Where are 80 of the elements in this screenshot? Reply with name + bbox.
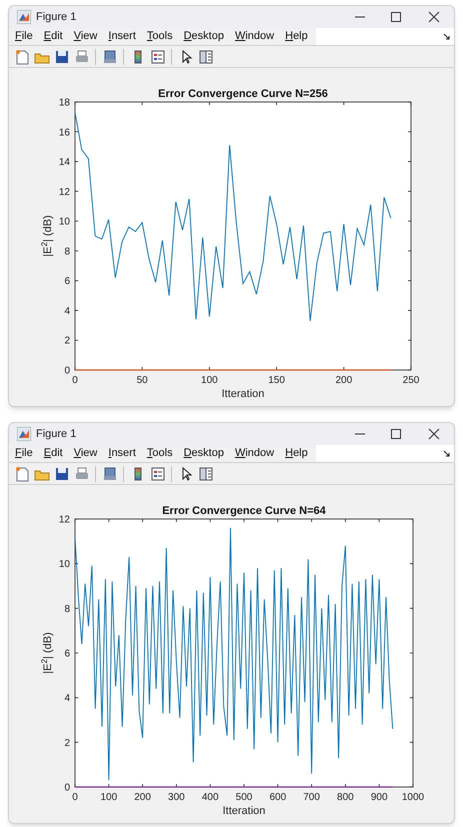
menu-item[interactable]: Insert [108, 445, 136, 462]
tick-label: 150 [268, 375, 285, 386]
tick-label: 600 [269, 792, 286, 803]
legend-icon [150, 48, 166, 64]
tick-label: 2 [64, 336, 70, 347]
menu-item[interactable]: Window [234, 28, 274, 45]
legend-button[interactable] [149, 464, 166, 482]
tick-label: 500 [236, 792, 252, 803]
tick-label: 800 [337, 792, 354, 803]
tick-label: 0 [72, 792, 78, 803]
menu-item[interactable]: Window [234, 445, 274, 462]
property-editor-icon [198, 48, 214, 64]
print-preview-icon [102, 466, 118, 482]
tick-label: 18 [58, 98, 70, 108]
new-file-button[interactable] [13, 464, 30, 482]
tick-label: 100 [100, 792, 118, 803]
x-axis-label: Itteration [222, 388, 264, 400]
tick-label: 900 [370, 792, 388, 803]
menu-item[interactable]: Desktop [184, 28, 224, 45]
new-file-icon [14, 48, 30, 64]
tick-label: 100 [201, 375, 218, 386]
dock-arrow-icon [443, 450, 450, 457]
tick-label: 6 [64, 276, 70, 288]
menu-item[interactable]: Help [285, 28, 308, 45]
matlab-figure-icon [17, 10, 31, 24]
menu-item[interactable]: View [74, 28, 98, 45]
tick-label: 1000 [402, 792, 424, 803]
tick-label: 200 [134, 792, 151, 803]
chart-title: Error Convergence Curve N=256 [158, 88, 328, 100]
menu-item[interactable]: Insert [108, 28, 136, 45]
tick-label: 250 [402, 375, 420, 386]
dock-arrow-icon [443, 33, 450, 40]
tick-label: 12 [58, 186, 70, 198]
menu-item[interactable]: File [15, 28, 33, 45]
tick-label: 700 [303, 792, 320, 803]
maximize-icon [390, 11, 402, 23]
tick-label: 6 [64, 648, 70, 660]
menu-item[interactable]: File [15, 445, 33, 462]
menu-item[interactable]: View [74, 445, 98, 462]
new-file-icon [14, 466, 30, 482]
property-editor-icon [198, 466, 214, 482]
tick-label: 12 [58, 514, 70, 526]
close-icon [428, 11, 440, 23]
tick-label: 200 [335, 375, 352, 386]
tick-label: 50 [136, 375, 148, 386]
chart-title: Error Convergence Curve N=64 [162, 505, 326, 517]
tick-label: 8 [64, 604, 70, 615]
printer-icon [74, 466, 90, 482]
print-preview-button[interactable] [101, 48, 118, 66]
tick-label: 10 [58, 559, 70, 570]
menu-item[interactable]: Tools [146, 445, 173, 462]
print-preview-icon [102, 48, 118, 64]
menu-item[interactable]: Edit [44, 445, 63, 462]
tick-label: 400 [202, 792, 219, 803]
menu-item[interactable]: Desktop [184, 445, 224, 462]
tick-label: 0 [64, 366, 70, 376]
tick-label: 8 [64, 246, 70, 258]
menu-item[interactable]: Help [285, 445, 308, 462]
tick-label: 0 [72, 375, 78, 386]
printer-icon [74, 48, 90, 64]
close-icon [428, 428, 440, 440]
matlab-figure-icon [17, 427, 31, 441]
tick-label: 4 [64, 693, 70, 704]
new-file-button[interactable] [13, 48, 30, 66]
tick-label: 2 [64, 738, 70, 749]
tick-label: 0 [64, 782, 70, 794]
print-preview-button[interactable] [101, 464, 118, 482]
tick-label: 14 [58, 157, 70, 168]
x-axis-label: Itteration [222, 805, 266, 817]
tick-label: 16 [58, 127, 70, 138]
menu-item[interactable]: Edit [44, 28, 63, 45]
tick-label: 10 [58, 216, 70, 228]
tick-label: 4 [64, 306, 70, 317]
legend-button[interactable] [149, 48, 166, 66]
tick-label: 300 [168, 792, 185, 803]
menu-item[interactable]: Tools [146, 28, 173, 45]
maximize-icon [390, 428, 402, 440]
legend-icon [150, 466, 166, 482]
window-title: Figure 1 [36, 426, 76, 442]
window-title: Figure 1 [36, 10, 76, 25]
